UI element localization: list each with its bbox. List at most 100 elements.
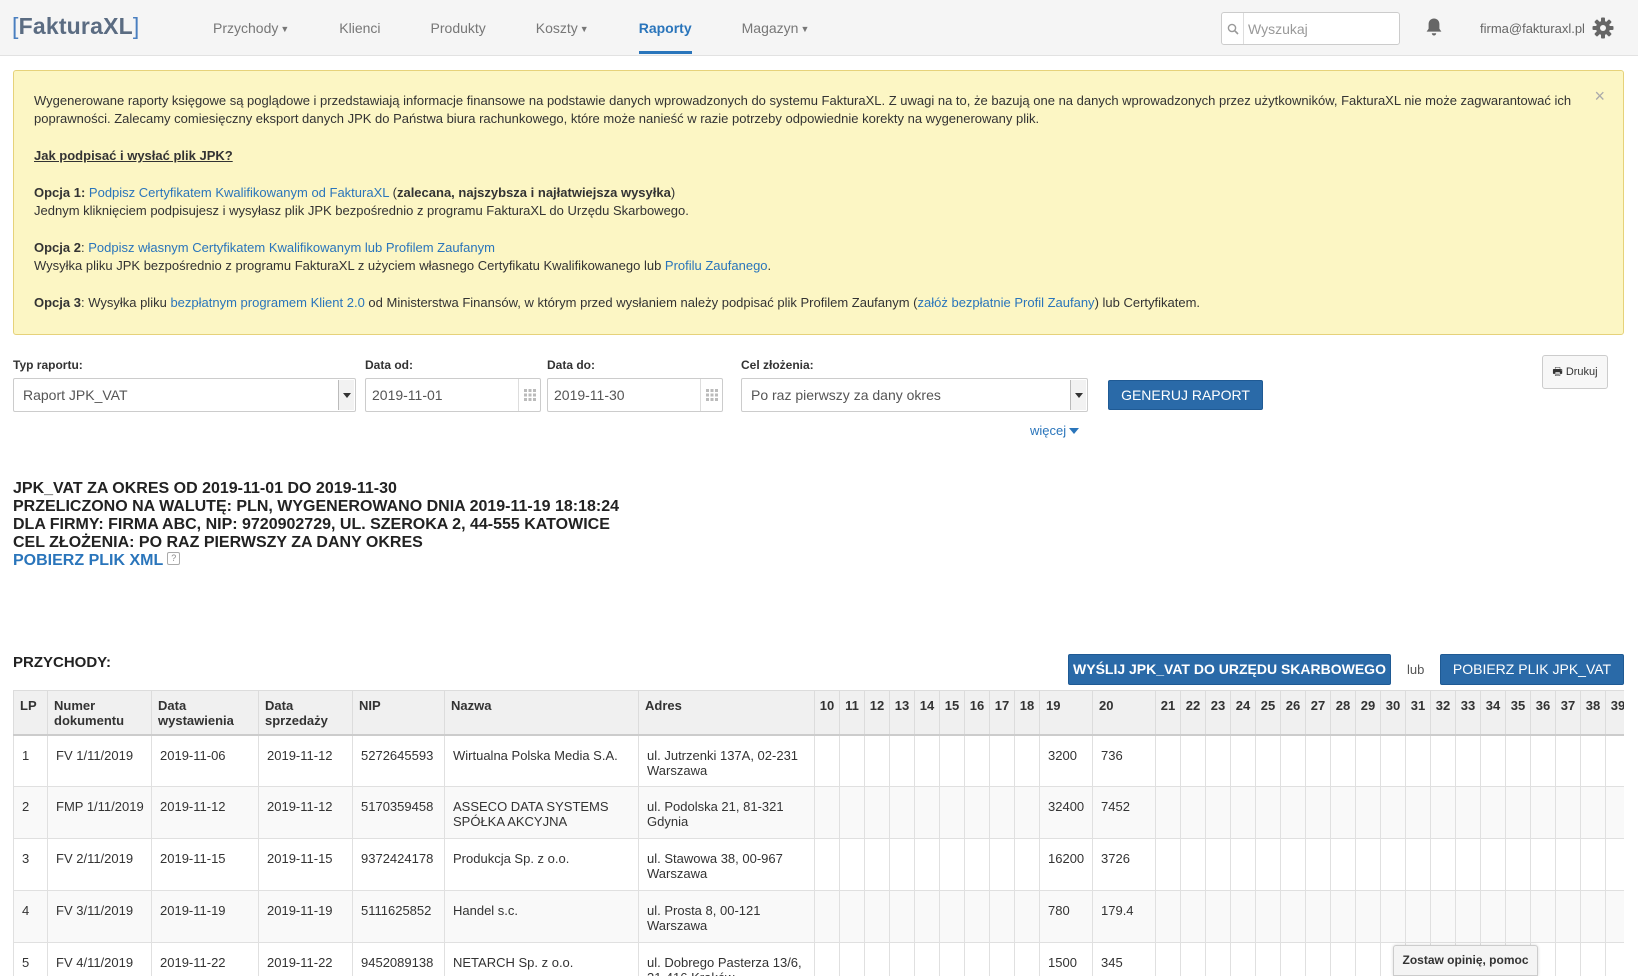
klient-link[interactable]: bezpłatnym programem Klient 2.0 xyxy=(170,295,364,310)
download-xml-link[interactable]: POBIERZ PLIK XML xyxy=(13,552,163,569)
cell-28 xyxy=(1330,942,1356,976)
col-header-27: 27 xyxy=(1305,690,1331,736)
opt2-link[interactable]: Podpisz własnym Certyfikatem Kwalifikowa… xyxy=(88,240,495,255)
purpose-select[interactable]: Po raz pierwszy za dany okres xyxy=(741,378,1088,412)
main-nav: Przychody ▼ Klienci Produkty Koszty ▼ Rapo… xyxy=(188,0,834,56)
cell-12 xyxy=(864,838,890,891)
alert-option-1-desc: Jednym kliknięciem podpisujesz i wysyłas… xyxy=(34,203,689,218)
bell-icon[interactable] xyxy=(1425,17,1443,40)
cell-name: Produkcja Sp. z o.o. xyxy=(444,838,639,891)
report-type-select[interactable]: Raport JPK_VAT xyxy=(13,378,356,412)
cell-21 xyxy=(1155,942,1181,976)
cell-20: 7452 xyxy=(1092,786,1156,839)
col-header-28: 28 xyxy=(1330,690,1356,736)
cell-18 xyxy=(1014,942,1040,976)
col-header-doc: Numer dokumentu xyxy=(47,690,152,736)
profil-zaufany-link[interactable]: Profilu Zaufanego xyxy=(665,258,768,273)
nav-item-klienci[interactable]: Klienci xyxy=(314,0,405,56)
calendar-icon[interactable] xyxy=(700,379,722,411)
cell-23 xyxy=(1205,838,1231,891)
gear-icon[interactable] xyxy=(1592,17,1614,42)
cell-23 xyxy=(1205,890,1231,943)
col-header-36: 36 xyxy=(1530,690,1556,736)
date-to-input[interactable] xyxy=(549,380,699,410)
cell-sale: 2019-11-12 xyxy=(258,734,353,787)
cell-14 xyxy=(914,942,940,976)
nav-item-raporty[interactable]: Raporty xyxy=(614,0,717,56)
cell-31 xyxy=(1405,838,1431,891)
cell-18 xyxy=(1014,734,1040,787)
cell-17 xyxy=(989,734,1015,787)
opt1-link[interactable]: Podpisz Certyfikatem Kwalifikowanym od F… xyxy=(89,185,389,200)
cell-38 xyxy=(1580,786,1606,839)
cell-address: ul. Podolska 21, 81-321 Gdynia xyxy=(638,786,815,839)
zaloz-profil-link[interactable]: załóż bezpłatnie Profil Zaufany xyxy=(918,295,1095,310)
print-button[interactable]: 🖶 Drukuj xyxy=(1542,355,1608,389)
alert-intro: Wygenerowane raporty księgowe są poglądo… xyxy=(34,93,1572,126)
date-from-input[interactable] xyxy=(367,380,517,410)
search-input[interactable] xyxy=(1246,13,1396,44)
cell-10 xyxy=(814,942,840,976)
cell-26 xyxy=(1280,786,1306,839)
income-section-title: PRZYCHODY: xyxy=(13,654,112,671)
cell-22 xyxy=(1180,734,1206,787)
app-logo[interactable]: [FakturaXL] xyxy=(12,13,139,40)
cell-37 xyxy=(1555,838,1581,891)
cell-11 xyxy=(839,838,865,891)
col-header-name: Nazwa xyxy=(444,690,639,736)
cell-29 xyxy=(1355,734,1381,787)
user-email[interactable]: firma@fakturaxl.pl xyxy=(1480,21,1585,36)
cell-30 xyxy=(1380,734,1406,787)
cell-27 xyxy=(1305,942,1331,976)
cell-21 xyxy=(1155,786,1181,839)
date-from-field xyxy=(365,378,541,412)
nav-item-przychody[interactable]: Przychody ▼ xyxy=(188,0,314,56)
col-header-38: 38 xyxy=(1580,690,1606,736)
help-icon[interactable]: ? xyxy=(167,552,181,566)
cell-30 xyxy=(1380,786,1406,839)
cell-10 xyxy=(814,786,840,839)
cell-31 xyxy=(1405,890,1431,943)
cell-12 xyxy=(864,786,890,839)
cell-14 xyxy=(914,734,940,787)
caret-down-icon xyxy=(1069,428,1080,434)
cell-14 xyxy=(914,890,940,943)
cell-27 xyxy=(1305,734,1331,787)
cell-17 xyxy=(989,838,1015,891)
cell-16 xyxy=(964,734,990,787)
nav-item-magazyn[interactable]: Magazyn ▼ xyxy=(717,0,835,56)
col-header-32: 32 xyxy=(1430,690,1456,736)
cell-31 xyxy=(1405,786,1431,839)
col-header-19: 19 xyxy=(1039,690,1093,736)
cell-18 xyxy=(1014,838,1040,891)
cell-19: 780 xyxy=(1039,890,1093,943)
download-jpk-button[interactable]: POBIERZ PLIK JPK_VAT xyxy=(1440,654,1624,685)
cell-nip: 5170359458 xyxy=(352,786,445,839)
col-header-12: 12 xyxy=(864,690,890,736)
cell-sale: 2019-11-19 xyxy=(258,890,353,943)
cell-33 xyxy=(1455,734,1481,787)
table-row: 1 FV 1/11/2019 2019-11-06 2019-11-12 5272645… xyxy=(13,734,1624,787)
cell-39 xyxy=(1605,786,1624,839)
cell-35 xyxy=(1505,838,1531,891)
more-options-link[interactable]: więcej xyxy=(1030,423,1080,438)
info-alert: × Wygenerowane raporty księgowe są poglą… xyxy=(13,70,1624,335)
cell-29 xyxy=(1355,838,1381,891)
caret-down-icon: ▼ xyxy=(579,24,589,34)
cell-37 xyxy=(1555,942,1581,976)
generate-report-button[interactable]: GENERUJ RAPORT xyxy=(1108,380,1263,410)
nav-item-produkty[interactable]: Produkty xyxy=(406,0,511,56)
send-jpk-button[interactable]: WYŚLIJ JPK_VAT DO URZĘDU SKARBOWEGO xyxy=(1068,654,1391,685)
feedback-button[interactable]: Zostaw opinię, pomoc xyxy=(1393,945,1538,976)
cell-19: 32400 xyxy=(1039,786,1093,839)
cell-36 xyxy=(1530,890,1556,943)
alert-how-title: Jak podpisać i wysłać plik JPK? xyxy=(34,148,233,163)
cell-39 xyxy=(1605,838,1624,891)
calendar-icon[interactable] xyxy=(518,379,540,411)
report-currency: PRZELICZONO NA WALUTĘ: PLN, WYGENEROWANO… xyxy=(13,498,620,515)
nav-item-koszty[interactable]: Koszty ▼ xyxy=(511,0,614,56)
report-period: JPK_VAT ZA OKRES OD 2019-11-01 DO 2019-1… xyxy=(13,480,397,497)
cell-11 xyxy=(839,942,865,976)
cell-20: 179.4 xyxy=(1092,890,1156,943)
close-icon[interactable]: × xyxy=(1594,87,1605,105)
